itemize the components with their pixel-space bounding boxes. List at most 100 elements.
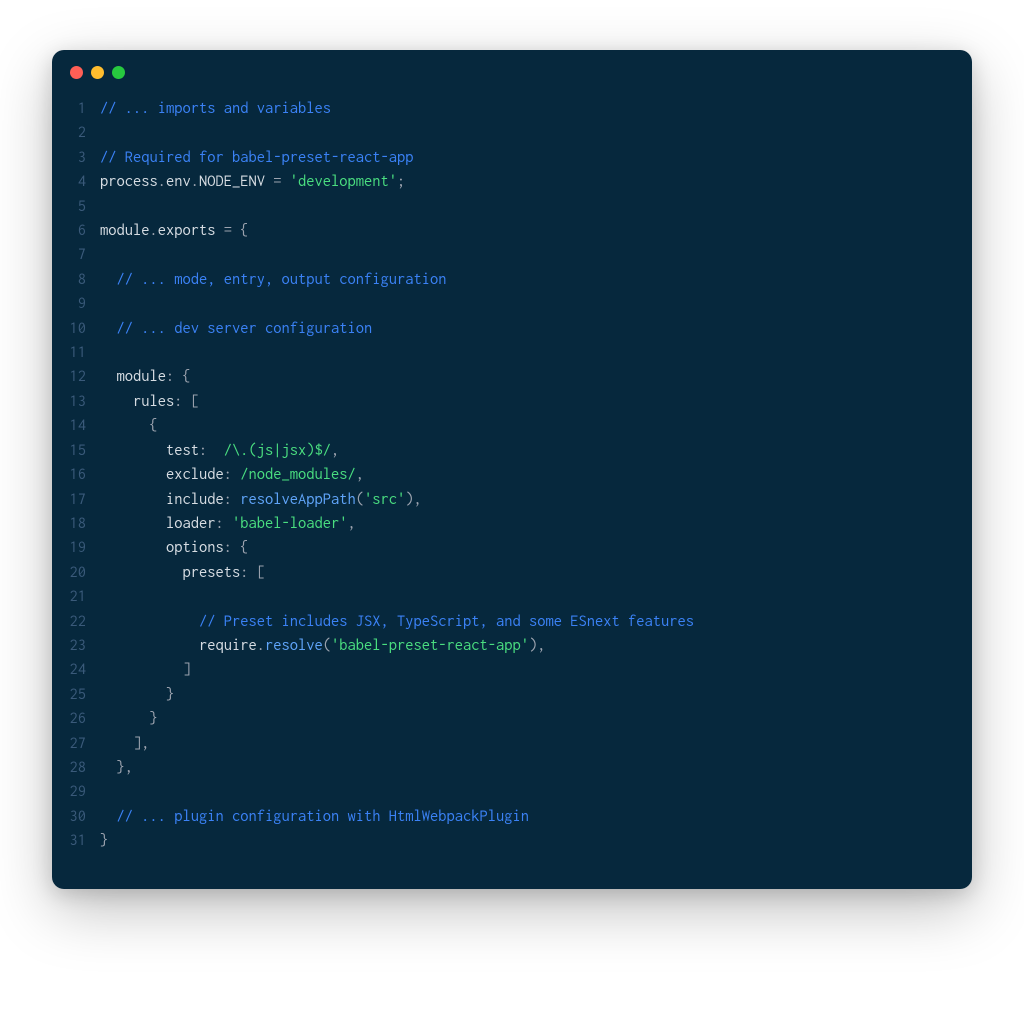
code-line[interactable]: 24 ] [52, 658, 972, 682]
code-content[interactable] [100, 585, 972, 609]
code-line[interactable]: 14 { [52, 414, 972, 438]
code-content[interactable]: { [100, 414, 972, 438]
code-content[interactable]: // Preset includes JSX, TypeScript, and … [100, 610, 972, 634]
code-content[interactable]: process.env.NODE_ENV = 'development'; [100, 170, 972, 194]
window-titlebar [52, 50, 972, 87]
code-token: { [240, 222, 248, 239]
minimize-icon[interactable] [91, 66, 104, 79]
line-number: 28 [52, 756, 100, 780]
line-number: 12 [52, 365, 100, 389]
code-token [100, 442, 166, 459]
code-content[interactable]: rules: [ [100, 390, 972, 414]
line-number: 30 [52, 805, 100, 829]
code-line[interactable]: 11 [52, 341, 972, 365]
code-content[interactable]: presets: [ [100, 561, 972, 585]
code-content[interactable]: }, [100, 756, 972, 780]
code-token: ], [133, 735, 150, 752]
code-token: // Required for babel-preset-react-app [100, 149, 414, 166]
code-line[interactable]: 15 test: /\.(js|jsx)$/, [52, 439, 972, 463]
code-content[interactable]: // ... dev server configuration [100, 317, 972, 341]
code-token: /\.(js|jsx)$/ [224, 442, 331, 459]
line-number: 10 [52, 317, 100, 341]
code-token: exports [158, 222, 216, 239]
code-token: : { [166, 368, 191, 385]
code-content[interactable]: loader: 'babel-loader', [100, 512, 972, 536]
code-token: require [199, 637, 257, 654]
line-number: 18 [52, 512, 100, 536]
code-content[interactable] [100, 243, 972, 267]
code-line[interactable]: 6module.exports = { [52, 219, 972, 243]
code-line[interactable]: 19 options: { [52, 536, 972, 560]
code-token [100, 686, 166, 703]
line-number: 13 [52, 390, 100, 414]
code-line[interactable]: 31} [52, 829, 972, 853]
code-line[interactable]: 1// ... imports and variables [52, 97, 972, 121]
code-token [100, 735, 133, 752]
code-editor-window: 1// ... imports and variables23// Requir… [52, 50, 972, 889]
code-content[interactable]: } [100, 683, 972, 707]
code-token [100, 320, 117, 337]
code-line[interactable]: 26 } [52, 707, 972, 731]
code-content[interactable]: test: /\.(js|jsx)$/, [100, 439, 972, 463]
code-token [100, 368, 117, 385]
code-line[interactable]: 7 [52, 243, 972, 267]
code-line[interactable]: 23 require.resolve('babel-preset-react-a… [52, 634, 972, 658]
close-icon[interactable] [70, 66, 83, 79]
code-content[interactable]: module: { [100, 365, 972, 389]
code-line[interactable]: 28 }, [52, 756, 972, 780]
code-content[interactable]: options: { [100, 536, 972, 560]
code-line[interactable]: 21 [52, 585, 972, 609]
code-line[interactable]: 9 [52, 292, 972, 316]
code-content[interactable]: ], [100, 732, 972, 756]
code-content[interactable]: ] [100, 658, 972, 682]
code-content[interactable] [100, 780, 972, 804]
code-content[interactable]: include: resolveAppPath('src'), [100, 488, 972, 512]
code-token: loader [166, 515, 216, 532]
code-line[interactable]: 25 } [52, 683, 972, 707]
code-content[interactable]: // Required for babel-preset-react-app [100, 146, 972, 170]
code-content[interactable] [100, 292, 972, 316]
line-number: 15 [52, 439, 100, 463]
code-token: { [150, 417, 158, 434]
code-line[interactable]: 20 presets: [ [52, 561, 972, 585]
maximize-icon[interactable] [112, 66, 125, 79]
code-line[interactable]: 29 [52, 780, 972, 804]
line-number: 27 [52, 732, 100, 756]
code-line[interactable]: 30 // ... plugin configuration with Html… [52, 805, 972, 829]
code-content[interactable]: // ... mode, entry, output configuration [100, 268, 972, 292]
code-line[interactable]: 2 [52, 121, 972, 145]
code-line[interactable]: 8 // ... mode, entry, output configurati… [52, 268, 972, 292]
code-token: . [158, 173, 166, 190]
code-line[interactable]: 10 // ... dev server configuration [52, 317, 972, 341]
code-line[interactable]: 27 ], [52, 732, 972, 756]
code-token: : [224, 466, 241, 483]
code-content[interactable]: require.resolve('babel-preset-react-app'… [100, 634, 972, 658]
code-content[interactable]: exclude: /node_modules/, [100, 463, 972, 487]
line-number: 1 [52, 97, 100, 121]
code-token [100, 466, 166, 483]
code-content[interactable]: // ... plugin configuration with HtmlWeb… [100, 805, 972, 829]
code-token [100, 393, 133, 410]
code-line[interactable]: 18 loader: 'babel-loader', [52, 512, 972, 536]
code-editor-body[interactable]: 1// ... imports and variables23// Requir… [52, 87, 972, 889]
code-token: presets [183, 564, 241, 581]
code-content[interactable]: } [100, 707, 972, 731]
code-line[interactable]: 3// Required for babel-preset-react-app [52, 146, 972, 170]
code-content[interactable]: } [100, 829, 972, 853]
code-line[interactable]: 17 include: resolveAppPath('src'), [52, 488, 972, 512]
code-content[interactable] [100, 121, 972, 145]
code-line[interactable]: 12 module: { [52, 365, 972, 389]
line-number: 22 [52, 610, 100, 634]
code-content[interactable]: module.exports = { [100, 219, 972, 243]
code-line[interactable]: 22 // Preset includes JSX, TypeScript, a… [52, 610, 972, 634]
code-token [100, 637, 199, 654]
code-line[interactable]: 13 rules: [ [52, 390, 972, 414]
code-content[interactable] [100, 195, 972, 219]
code-token: // Preset includes JSX, TypeScript, and … [199, 613, 694, 630]
code-content[interactable] [100, 341, 972, 365]
line-number: 23 [52, 634, 100, 658]
code-line[interactable]: 4process.env.NODE_ENV = 'development'; [52, 170, 972, 194]
code-content[interactable]: // ... imports and variables [100, 97, 972, 121]
code-line[interactable]: 5 [52, 195, 972, 219]
code-line[interactable]: 16 exclude: /node_modules/, [52, 463, 972, 487]
